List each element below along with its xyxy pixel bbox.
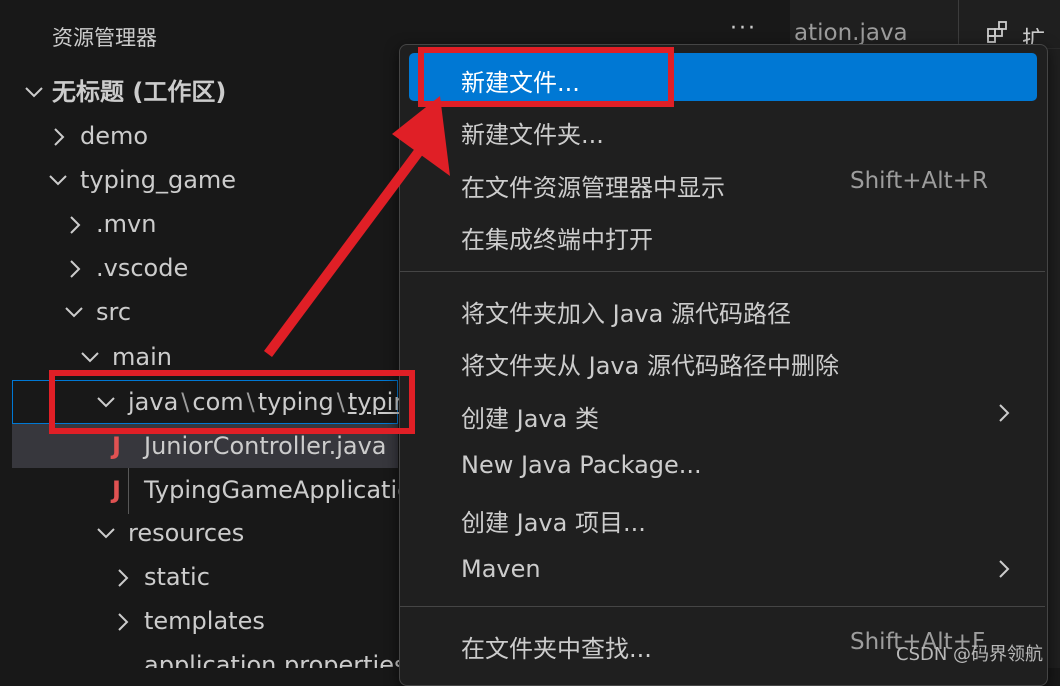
annotation-arrow [263,96,450,357]
watermark: CSDN @码界领航 [896,644,1044,665]
